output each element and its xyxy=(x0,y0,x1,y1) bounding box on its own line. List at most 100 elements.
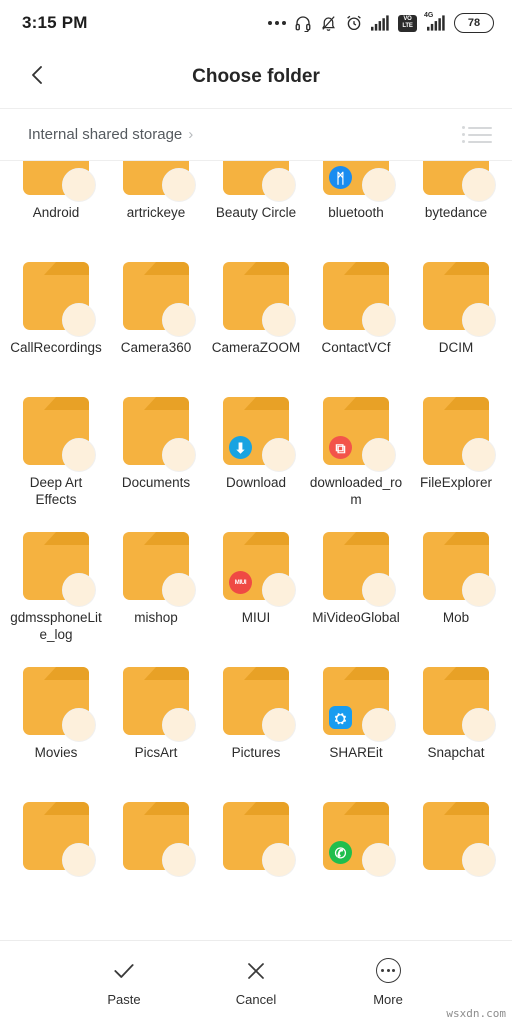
folder-corner-badge xyxy=(162,843,196,877)
back-button[interactable] xyxy=(10,49,66,105)
folder-item[interactable]: MIUI MIUI xyxy=(206,522,306,657)
folder-label: Documents xyxy=(121,475,191,490)
alarm-clock-icon xyxy=(345,14,363,32)
folder-item[interactable]: ContactVCf xyxy=(306,252,406,387)
folder-tab xyxy=(223,397,289,410)
folder-tab xyxy=(323,667,389,680)
folder-item[interactable]: artrickeye xyxy=(106,161,206,252)
folder-item[interactable]: Mob xyxy=(406,522,506,657)
folder-item[interactable]: gdmssphoneLite_log xyxy=(6,522,106,657)
folder-item[interactable] xyxy=(106,792,206,927)
status-bar: 3:15 PM VO LTE 4G 78 xyxy=(0,0,512,46)
folder-label: DCIM xyxy=(438,340,474,355)
close-icon xyxy=(244,959,268,983)
folder-corner-badge xyxy=(462,303,496,337)
folder-item[interactable]: CallRecordings xyxy=(6,252,106,387)
folder-item[interactable] xyxy=(206,792,306,927)
folder-corner-badge xyxy=(62,168,96,202)
list-view-icon[interactable] xyxy=(462,122,492,148)
watermark: wsxdn.com xyxy=(446,1007,506,1020)
folder-corner-badge xyxy=(162,303,196,337)
folder-item[interactable]: DCIM xyxy=(406,252,506,387)
cancel-button[interactable]: Cancel xyxy=(214,959,298,1007)
folder-icon xyxy=(23,802,96,877)
folder-corner-badge xyxy=(262,708,296,742)
folder-item[interactable]: CameraZOOM xyxy=(206,252,306,387)
paste-label: Paste xyxy=(107,991,141,1007)
folder-item[interactable]: ⛭ SHAREit xyxy=(306,657,406,792)
folder-item[interactable]: PicsArt xyxy=(106,657,206,792)
folder-label: Snapchat xyxy=(427,745,485,760)
folder-icon xyxy=(123,667,196,742)
breadcrumb[interactable]: Internal shared storage › xyxy=(28,126,193,143)
folder-corner-badge xyxy=(162,708,196,742)
folder-item[interactable]: ⬇ Download xyxy=(206,387,306,522)
status-clock: 3:15 PM xyxy=(22,13,88,32)
folder-tab xyxy=(123,532,189,545)
folder-item[interactable] xyxy=(406,792,506,927)
folder-label: PicsArt xyxy=(134,745,178,760)
folder-icon: ✆ xyxy=(323,802,396,877)
folder-tab xyxy=(323,532,389,545)
folder-tab xyxy=(223,667,289,680)
miui-badge: MIUI xyxy=(229,571,252,594)
ellipsis-icon xyxy=(268,21,286,25)
folder-grid-scroll[interactable]: .fp .gs_file .MagicCall .SHAREit .tmp An… xyxy=(0,161,512,940)
more-circle-icon xyxy=(375,958,401,983)
volte-icon: VO LTE xyxy=(398,14,417,32)
folder-corner-badge xyxy=(462,168,496,202)
status-icon-tray: VO LTE 4G 78 xyxy=(268,12,494,33)
folder-icon xyxy=(423,161,496,202)
paste-button[interactable]: Paste xyxy=(82,959,166,1007)
more-button[interactable]: More xyxy=(346,958,430,1007)
folder-corner-badge xyxy=(62,573,96,607)
folder-icon xyxy=(223,802,296,877)
folder-corner-badge xyxy=(462,438,496,472)
folder-item[interactable]: Beauty Circle xyxy=(206,161,306,252)
folder-grid: Android artrickeye Beauty Circle ᛗ bluetooth… xyxy=(0,161,512,927)
folder-item[interactable]: Snapchat xyxy=(406,657,506,792)
folder-item[interactable]: Android xyxy=(6,161,106,252)
badge-glyph: ⧉ xyxy=(335,439,346,456)
folder-item[interactable]: FileExplorer xyxy=(406,387,506,522)
folder-label: Download xyxy=(225,475,287,490)
folder-item[interactable]: MiVideoGlobal xyxy=(306,522,406,657)
folder-item[interactable]: Pictures xyxy=(206,657,306,792)
folder-tab xyxy=(423,667,489,680)
folder-icon: ⧉ xyxy=(323,397,396,472)
battery-level: 78 xyxy=(467,17,481,29)
folder-item[interactable]: Camera360 xyxy=(106,252,206,387)
folder-tab xyxy=(323,262,389,275)
more-label: More xyxy=(373,991,403,1007)
folder-item[interactable]: mishop xyxy=(106,522,206,657)
folder-label: Camera360 xyxy=(120,340,192,355)
folder-item[interactable]: Movies xyxy=(6,657,106,792)
folder-tab xyxy=(423,262,489,275)
folder-corner-badge xyxy=(262,573,296,607)
folder-icon xyxy=(23,667,96,742)
folder-label: Beauty Circle xyxy=(215,205,297,220)
folder-label: Pictures xyxy=(231,745,281,760)
folder-item[interactable]: Deep Art Effects xyxy=(6,387,106,522)
folder-icon xyxy=(23,532,96,607)
folder-corner-badge xyxy=(462,708,496,742)
check-icon xyxy=(111,959,137,983)
folder-item[interactable]: bytedance xyxy=(406,161,506,252)
folder-corner-badge xyxy=(162,573,196,607)
folder-icon xyxy=(423,262,496,337)
folder-item[interactable]: ⧉ downloaded_rom xyxy=(306,387,406,522)
breadcrumb-label: Internal shared storage xyxy=(28,126,183,143)
page-title: Choose folder xyxy=(192,66,320,87)
folder-item[interactable]: ᛗ bluetooth xyxy=(306,161,406,252)
folder-corner-badge xyxy=(362,168,396,202)
folder-label: SHAREit xyxy=(329,745,383,760)
folder-tab xyxy=(23,802,89,815)
folder-item[interactable]: Documents xyxy=(106,387,206,522)
badge-glyph: ⬇ xyxy=(234,439,247,456)
folder-item[interactable] xyxy=(6,792,106,927)
folder-corner-badge xyxy=(362,843,396,877)
folder-tab xyxy=(123,397,189,410)
folder-item[interactable]: ✆ xyxy=(306,792,406,927)
folder-label: CallRecordings xyxy=(10,340,102,355)
rom-file-badge: ⧉ xyxy=(329,436,352,459)
